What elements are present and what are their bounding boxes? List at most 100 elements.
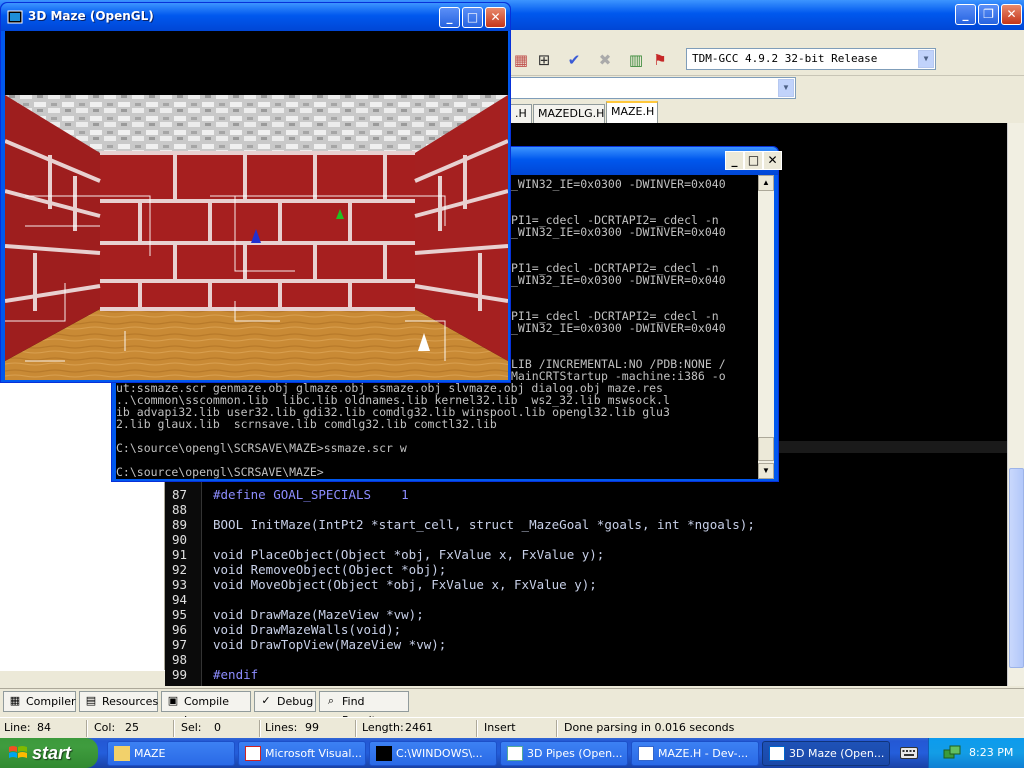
chart-icon[interactable]: ▥	[627, 51, 645, 69]
line-number: 88	[171, 502, 187, 517]
console-line: _WIN32_IE=0x0300 -DWINVER=0x040	[511, 177, 726, 191]
maze-window: 3D Maze (OpenGL) _ □ ✕	[0, 2, 511, 383]
console-line: C:\source\opengl\SCRSAVE\MAZE>	[116, 465, 324, 479]
grid-icon[interactable]: ▦	[512, 51, 530, 69]
tab-debug[interactable]: ✓ Debug	[254, 691, 316, 712]
maze-window-title: 3D Maze (OpenGL)	[28, 9, 154, 23]
close-button[interactable]: ✕	[763, 151, 782, 170]
check-icon[interactable]: ✔	[565, 51, 583, 69]
devcpp-icon	[638, 746, 654, 761]
console-icon	[376, 746, 392, 761]
keyboard-icon[interactable]	[900, 746, 918, 760]
editor-tabs: .H MAZEDLG.H MAZE.H	[510, 101, 1024, 123]
taskbar-item-devcpp[interactable]: MAZE.H - Dev-...	[631, 741, 759, 766]
minimize-button[interactable]: _	[955, 4, 976, 25]
taskbar-item-label: 3D Maze (Open...	[789, 747, 885, 760]
chevron-down-icon[interactable]: ▼	[918, 50, 934, 68]
line-number: 93	[171, 577, 187, 592]
line-number: 91	[171, 547, 187, 562]
minimize-button[interactable]: _	[725, 151, 744, 170]
status-message: Done parsing in 0.016 seconds	[564, 721, 735, 734]
project-hscrollbar[interactable]	[0, 670, 165, 686]
console-line: _WIN32_IE=0x0300 -DWINVER=0x040	[511, 273, 726, 287]
restore-button[interactable]: ❐	[978, 4, 999, 25]
tab-maze-h[interactable]: MAZE.H	[606, 101, 658, 123]
taskbar-item-maze[interactable]: 3D Maze (Open...	[762, 741, 890, 766]
status-length: 2461	[405, 721, 433, 734]
tab-compiler[interactable]: ▦ Compiler	[3, 691, 76, 712]
start-label: start	[32, 743, 72, 763]
tab-compile-log[interactable]: ▣Compile Log	[161, 691, 251, 727]
windows-logo-icon	[9, 746, 27, 758]
code-text: void DrawMaze(MazeView *vw);	[213, 607, 424, 622]
clock[interactable]: 8:23 PM	[969, 738, 1013, 768]
tab-find-results[interactable]: ⌕Find Results	[319, 691, 409, 727]
grid4-icon[interactable]: ⊞	[535, 51, 553, 69]
compiler-select[interactable]: TDM-GCC 4.9.2 32-bit Release ▼	[686, 48, 936, 70]
scrollbar-thumb[interactable]	[1009, 468, 1024, 668]
console-vscrollbar[interactable]: ▲ ▼	[758, 175, 774, 479]
console-line: _WIN32_IE=0x0300 -DWINVER=0x040	[511, 225, 726, 239]
editor-vscrollbar[interactable]	[1007, 123, 1024, 686]
scrollbar-thumb[interactable]	[758, 437, 774, 461]
code-text: #define GOAL_SPECIALS 1	[213, 487, 409, 502]
maze-icon	[769, 746, 785, 761]
status-col: 25	[125, 721, 139, 734]
taskbar-item-visual-studio[interactable]: Microsoft Visual...	[238, 741, 366, 766]
main-toolbar: ▦ ⊞ ✔ ✖ ▥ ⚑ TDM-GCC 4.9.2 32-bit Release…	[510, 44, 1024, 76]
status-col-label: Col:	[94, 721, 116, 734]
bottom-panel-tabs: ▦ Compiler ▤ Resources ▣Compile Log ✓ Debug…	[0, 688, 1024, 727]
code-text: void DrawMazeWalls(void);	[213, 622, 402, 637]
tab-partial[interactable]: .H	[510, 104, 532, 123]
taskbar-item-folder[interactable]: MAZE	[107, 741, 235, 766]
debug-icon: ✓	[261, 694, 271, 707]
code-text: #endif	[213, 667, 259, 682]
taskbar-item-console[interactable]: C:\WINDOWS\...	[369, 741, 497, 766]
chevron-down-icon[interactable]: ▼	[778, 79, 794, 97]
start-button[interactable]: start	[0, 738, 98, 768]
line-number: 96	[171, 622, 187, 637]
taskbar-item-label: MAZE.H - Dev-...	[658, 747, 749, 760]
scroll-down-icon[interactable]: ▼	[758, 463, 774, 479]
status-sel-label: Sel:	[181, 721, 202, 734]
status-sel: 0	[214, 721, 221, 734]
status-length-label: Length:	[362, 721, 404, 734]
compile-log-icon: ▣	[167, 694, 179, 707]
status-lines: 99	[305, 721, 319, 734]
tab-label: MAZEDLG.H	[538, 107, 605, 120]
function-toolbar: ▼	[510, 77, 1024, 101]
taskbar-item-label: 3D Pipes (Open...	[527, 747, 623, 760]
maximize-button[interactable]: □	[462, 7, 483, 28]
profile-icon[interactable]: ⚑	[651, 51, 669, 69]
close-button[interactable]: ✕	[485, 7, 506, 28]
code-text: void MoveObject(Object *obj, FxValue x, …	[213, 577, 597, 592]
maximize-button[interactable]: □	[744, 151, 763, 170]
taskbar-item-label: Microsoft Visual...	[265, 747, 362, 760]
line-number: 89	[171, 517, 187, 532]
tab-resources[interactable]: ▤ Resources	[79, 691, 158, 712]
resources-icon: ▤	[85, 694, 97, 707]
close-button[interactable]: ✕	[1001, 4, 1022, 25]
scroll-up-icon[interactable]: ▲	[758, 175, 774, 191]
network-icon[interactable]	[943, 745, 961, 761]
taskbar-item-label: MAZE	[134, 747, 166, 760]
function-select[interactable]: ▼	[510, 77, 796, 99]
maze-3d-view[interactable]	[5, 31, 508, 380]
minimize-button[interactable]: _	[439, 7, 460, 28]
line-number: 95	[171, 607, 187, 622]
taskbar-item-pipes[interactable]: 3D Pipes (Open...	[500, 741, 628, 766]
taskbar: start MAZE Microsoft Visual... C:\WINDOWS\…	[0, 738, 1024, 768]
maze-icon	[7, 10, 23, 24]
tab-label: .H	[515, 107, 527, 120]
cross-icon[interactable]: ✖	[596, 51, 614, 69]
code-text: BOOL InitMaze(IntPt2 *start_cell, struct…	[213, 517, 755, 532]
line-number: 98	[171, 652, 187, 667]
status-lines-label: Lines:	[265, 721, 298, 734]
status-mode: Insert	[484, 721, 516, 734]
tab-mazedlg[interactable]: MAZEDLG.H	[533, 104, 605, 123]
tab-label: Compiler	[26, 695, 76, 708]
code-text: void RemoveObject(Object *obj);	[213, 562, 447, 577]
maze-titlebar[interactable]: 3D Maze (OpenGL) _ □ ✕	[1, 3, 510, 31]
editor-divider	[777, 441, 1007, 453]
find-results-icon: ⌕	[327, 694, 335, 707]
